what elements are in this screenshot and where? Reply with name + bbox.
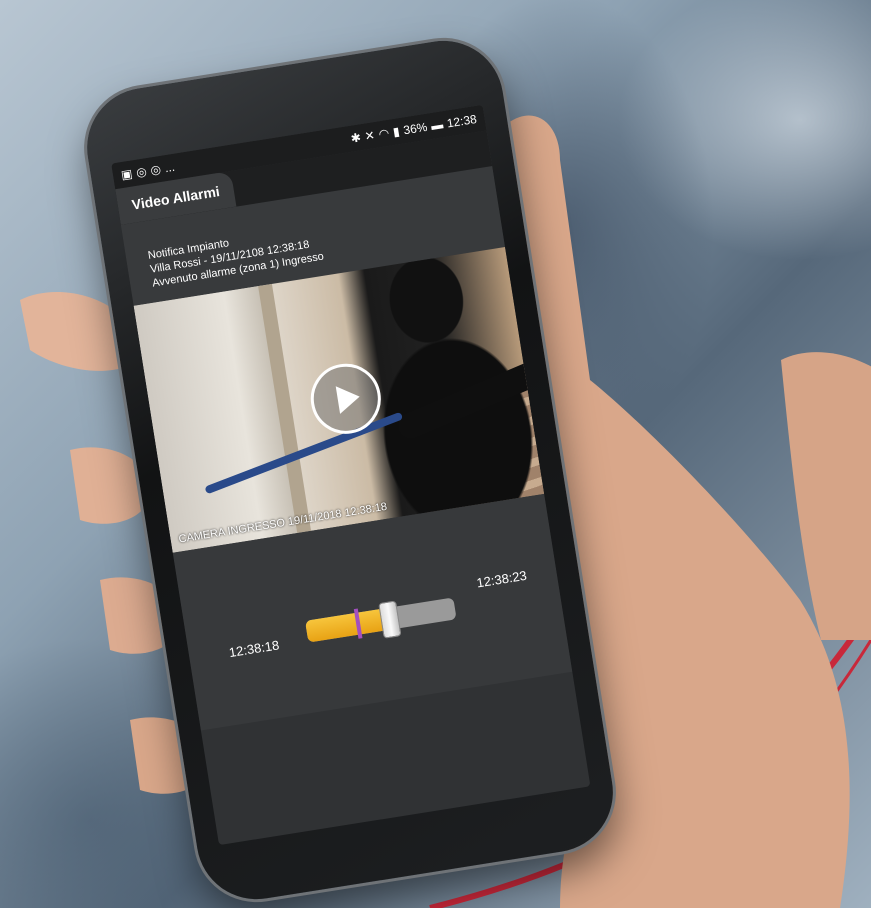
signal-icon: ▮ [391, 124, 401, 140]
camera-icon: ◎ [149, 161, 162, 178]
wifi-icon: ◠ [377, 125, 391, 142]
bluetooth-icon: ✱ [349, 130, 362, 146]
play-icon [335, 382, 362, 414]
camera-icon: ◎ [135, 164, 148, 180]
thumb [781, 352, 871, 640]
clock: 12:38 [445, 111, 478, 131]
playback-slider[interactable] [305, 597, 457, 643]
slider-fill [305, 607, 390, 643]
slider-thumb[interactable] [377, 600, 402, 639]
battery-icon: ▬ [430, 117, 445, 133]
time-start: 12:38:18 [227, 637, 281, 661]
burglar-arm [394, 348, 545, 443]
status-more: ... [163, 159, 176, 176]
time-end: 12:38:23 [475, 567, 528, 591]
mute-icon: ✕ [363, 128, 376, 144]
phone-screen: ▣ ◎ ◎ ... ✱ ✕ ◠ ▮ 36% ▬ 12:38 Video Alla… [111, 104, 591, 846]
image-icon: ▣ [119, 166, 134, 183]
battery-level: 36% [402, 119, 429, 138]
